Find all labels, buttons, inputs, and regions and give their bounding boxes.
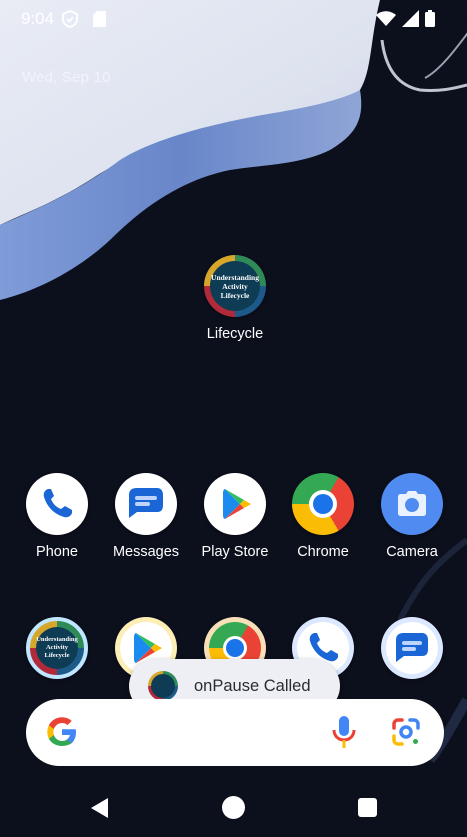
wifi-icon — [376, 10, 396, 26]
lifecycle-icon-text: Understanding Activity Lifecycle — [36, 636, 78, 659]
app-lifecycle[interactable]: Understanding Activity Lifecycle Lifecyc… — [190, 255, 280, 342]
lifecycle-icon: Understanding Activity Lifecycle — [26, 617, 88, 679]
date-widget[interactable]: Wed, Sep 10 — [22, 69, 111, 86]
toast-message: onPause Called — [194, 676, 311, 695]
google-g-icon[interactable] — [45, 715, 79, 749]
signal-icon — [402, 10, 419, 27]
status-time: 9:04 — [21, 9, 55, 28]
app-messages[interactable]: Messages — [101, 473, 191, 560]
chrome-icon — [292, 473, 354, 535]
app-label: Camera — [386, 544, 438, 560]
battery-icon — [425, 10, 435, 27]
play-store-icon — [204, 473, 266, 535]
app-phone[interactable]: Phone — [12, 473, 102, 560]
lifecycle-icon — [148, 671, 178, 701]
dock-lifecycle[interactable]: Understanding Activity Lifecycle — [12, 617, 102, 679]
camera-icon — [381, 473, 443, 535]
messages-icon — [115, 473, 177, 535]
back-button[interactable] — [90, 797, 110, 819]
navigation-bar — [0, 780, 467, 837]
microphone-icon[interactable] — [330, 714, 358, 750]
app-label: Phone — [36, 544, 78, 560]
app-chrome[interactable]: Chrome — [278, 473, 368, 560]
messages-icon — [381, 617, 443, 679]
app-play-store[interactable]: Play Store — [190, 473, 280, 560]
google-lens-icon[interactable] — [389, 715, 423, 749]
shield-icon — [62, 10, 78, 28]
recents-button[interactable] — [358, 798, 377, 817]
google-search-bar[interactable] — [26, 699, 444, 766]
lifecycle-icon: Understanding Activity Lifecycle — [204, 255, 266, 317]
app-camera[interactable]: Camera — [367, 473, 457, 560]
app-label: Lifecycle — [206, 326, 264, 342]
app-label: Play Store — [201, 544, 269, 560]
lifecycle-icon-text: Understanding Activity Lifecycle — [211, 272, 259, 300]
dock-messages[interactable] — [367, 617, 457, 679]
sd-card-icon — [93, 11, 106, 27]
home-button[interactable] — [222, 796, 245, 819]
app-label: Messages — [112, 544, 180, 560]
app-label: Chrome — [297, 544, 349, 560]
status-bar: 9:04 — [0, 0, 467, 38]
phone-icon — [26, 473, 88, 535]
